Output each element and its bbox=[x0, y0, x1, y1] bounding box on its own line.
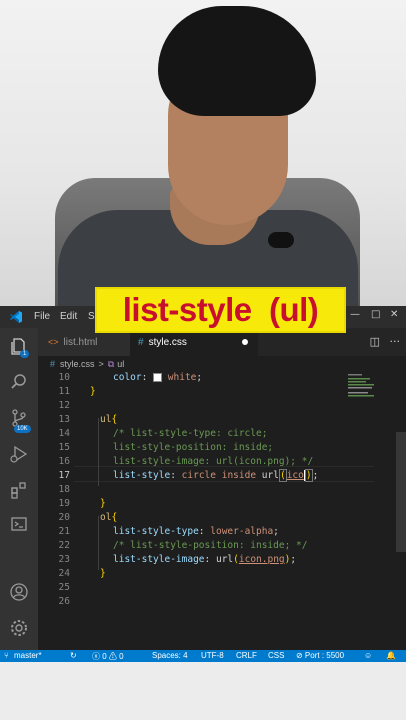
indentation-setting[interactable]: Spaces: 4 bbox=[152, 651, 188, 660]
status-bar: ⑂ master* ↻ ⓧ 0 ⚠ 0 Spaces: 4 UTF-8 CRLF… bbox=[0, 650, 406, 662]
line-number: 15 bbox=[58, 442, 70, 453]
language-mode[interactable]: CSS bbox=[268, 651, 284, 660]
settings-gear-icon[interactable] bbox=[9, 618, 29, 638]
code-editor[interactable]: 10 11 12 13 14 15 16 17 18 19 20 21 22 23 24 25 26 color… bbox=[38, 372, 406, 650]
symbol-icon: ⧉ bbox=[107, 358, 115, 369]
line-number: 11 bbox=[58, 386, 70, 397]
line-number: 26 bbox=[58, 596, 70, 607]
line-number: 16 bbox=[58, 456, 70, 467]
vertical-scrollbar[interactable] bbox=[396, 432, 406, 552]
tab-label: list.html bbox=[63, 336, 98, 348]
activity-bar: 1 10K bbox=[0, 328, 38, 650]
close-button[interactable]: ✕ bbox=[390, 309, 398, 320]
line-number: 18 bbox=[58, 484, 70, 495]
branch-icon: ⑂ bbox=[4, 651, 9, 660]
vscode-window: File Edit Se — □ ✕ 1 10K bbox=[0, 306, 406, 662]
code-line-20: ol{ bbox=[100, 512, 118, 523]
breadcrumb-file[interactable]: style.css bbox=[60, 359, 95, 369]
line-number: 24 bbox=[58, 568, 70, 579]
code-line-22: /* list-style-position: inside; */ bbox=[113, 540, 308, 551]
line-number-gutter: 10 11 12 13 14 15 16 17 18 19 20 21 22 23 24 25 26 bbox=[38, 372, 74, 650]
line-number: 10 bbox=[58, 372, 70, 383]
html-file-icon: <> bbox=[48, 337, 59, 347]
video-title: list-style (ul) bbox=[122, 291, 319, 328]
vscode-logo-icon bbox=[10, 311, 22, 323]
code-line-23: list-style-image: url(icon.png); bbox=[113, 554, 297, 565]
source-control-badge: 10K bbox=[14, 425, 31, 433]
code-line-14: /* list-style-type: circle; bbox=[113, 428, 268, 439]
feedback-icon[interactable]: ☺ bbox=[364, 651, 372, 660]
line-number: 12 bbox=[58, 400, 70, 411]
explorer-badge: 1 bbox=[20, 350, 30, 358]
live-server-port[interactable]: ⊘ Port : 5500 bbox=[296, 651, 344, 660]
problems-indicator[interactable]: ⓧ 0 ⚠ 0 bbox=[92, 651, 124, 662]
line-number: 17 bbox=[58, 470, 70, 481]
line-number: 21 bbox=[58, 526, 70, 537]
tab-label: style.css bbox=[148, 336, 187, 348]
breadcrumb-symbol[interactable]: ul bbox=[117, 359, 124, 369]
minimize-button[interactable]: — bbox=[350, 309, 360, 320]
css-file-icon: # bbox=[50, 359, 56, 369]
video-title-banner: list-style (ul) bbox=[95, 287, 346, 333]
breadcrumb-separator: > bbox=[98, 359, 104, 369]
lapel-mic bbox=[268, 232, 294, 248]
css-file-icon: # bbox=[138, 336, 144, 348]
presenter-video-frame bbox=[0, 0, 406, 306]
line-number: 23 bbox=[58, 554, 70, 565]
line-number: 19 bbox=[58, 498, 70, 509]
code-line-13: ul{ bbox=[100, 414, 118, 425]
line-number: 13 bbox=[58, 414, 70, 425]
bottom-margin bbox=[0, 662, 406, 720]
line-number: 25 bbox=[58, 582, 70, 593]
unsaved-dot-icon[interactable] bbox=[242, 339, 248, 345]
more-actions-icon[interactable]: ··· bbox=[390, 335, 401, 348]
breadcrumb: # style.css > ⧉ ul bbox=[38, 356, 406, 372]
menu-edit[interactable]: Edit bbox=[60, 311, 77, 322]
code-line-15: list-style-position: inside; bbox=[113, 442, 274, 453]
code-line-21: list-style-type: lower-alpha; bbox=[113, 526, 279, 537]
extensions-icon[interactable] bbox=[9, 480, 29, 500]
code-line-19: } bbox=[100, 498, 106, 509]
run-debug-icon[interactable] bbox=[9, 444, 29, 464]
git-branch[interactable]: master* bbox=[14, 651, 42, 660]
indent-guide bbox=[98, 418, 99, 486]
minimap[interactable] bbox=[348, 372, 388, 412]
menu-file[interactable]: File bbox=[34, 311, 50, 322]
eol-setting[interactable]: CRLF bbox=[236, 651, 257, 660]
terminal-icon[interactable] bbox=[9, 514, 29, 534]
color-swatch-icon bbox=[153, 373, 163, 382]
line-number: 14 bbox=[58, 428, 70, 439]
code-line-24: } bbox=[100, 568, 106, 579]
line-number: 20 bbox=[58, 512, 70, 523]
indent-guide bbox=[98, 516, 99, 570]
sync-icon[interactable]: ↻ bbox=[70, 651, 77, 660]
search-icon[interactable] bbox=[9, 372, 29, 392]
split-editor-icon[interactable]: ◫ bbox=[370, 335, 380, 348]
account-icon[interactable] bbox=[9, 582, 29, 602]
presenter-hair bbox=[158, 6, 316, 116]
code-line-16: list-style-image: url(icon.png); */ bbox=[113, 456, 314, 467]
editor-actions: ◫ ··· bbox=[370, 335, 400, 348]
maximize-button[interactable]: □ bbox=[371, 309, 380, 320]
code-line-17: list-style: circle inside url(ico); bbox=[113, 469, 319, 482]
notifications-icon[interactable]: 🔔 bbox=[386, 651, 396, 660]
encoding-setting[interactable]: UTF-8 bbox=[201, 651, 224, 660]
line-number: 22 bbox=[58, 540, 70, 551]
